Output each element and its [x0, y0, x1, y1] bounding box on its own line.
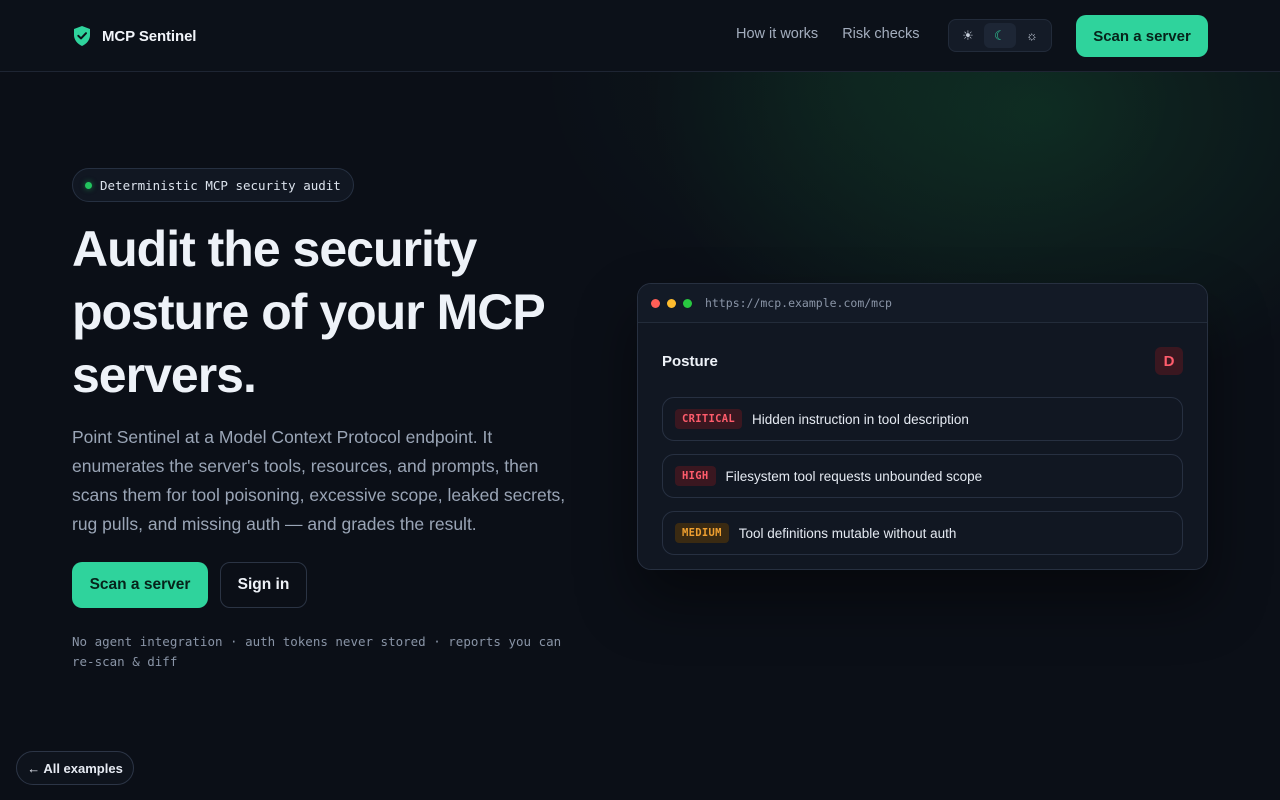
- finding-text: Filesystem tool requests unbounded scope: [725, 468, 983, 484]
- hero-title: Audit the security posture of your MCP s…: [72, 221, 545, 403]
- system-icon[interactable]: ☼: [1016, 23, 1048, 48]
- window-controls: [651, 298, 692, 308]
- hero-badge-text: Deterministic MCP security audit: [100, 177, 341, 193]
- scan-server-button[interactable]: Scan a server: [72, 562, 208, 608]
- finding-item: MEDIUM Tool definitions mutable without …: [662, 511, 1183, 555]
- window-maximize-dot-icon: [683, 298, 692, 308]
- posture-header: Posture D: [662, 323, 1183, 397]
- window-minimize-dot-icon: [667, 298, 676, 308]
- finding-text: Hidden instruction in tool description: [751, 411, 969, 427]
- posture-preview-card: https://mcp.example.com/mcp Posture D CR…: [637, 283, 1208, 570]
- brand[interactable]: MCP Sentinel: [72, 24, 196, 48]
- severity-badge: CRITICAL: [675, 409, 742, 429]
- endpoint-url: https://mcp.example.com/mcp: [705, 296, 892, 310]
- theme-toggle: ☀ ☾ ☼: [948, 19, 1052, 52]
- nav-link-how-it-works[interactable]: How it works: [736, 26, 818, 42]
- finding-item: HIGH Filesystem tool requests unbounded …: [662, 454, 1183, 498]
- all-examples-button[interactable]: ← All examples: [16, 751, 134, 785]
- nav-link-risk-checks[interactable]: Risk checks: [842, 26, 919, 42]
- posture-title: Posture: [662, 352, 718, 370]
- finding-item: CRITICAL Hidden instruction in tool desc…: [662, 397, 1183, 441]
- severity-badge: HIGH: [675, 466, 716, 486]
- sun-icon[interactable]: ☀: [952, 23, 984, 48]
- hero-subtitle: Point Sentinel at a Model Context Protoc…: [72, 427, 566, 534]
- grade-badge: D: [1155, 347, 1183, 375]
- hero-badge: Deterministic MCP security audit: [72, 168, 354, 202]
- severity-badge: MEDIUM: [675, 523, 729, 543]
- hero-footnote: No agent integration · auth tokens never…: [72, 634, 562, 669]
- findings-list: CRITICAL Hidden instruction in tool desc…: [662, 397, 1183, 555]
- sign-in-button[interactable]: Sign in: [220, 562, 307, 608]
- moon-icon[interactable]: ☾: [984, 23, 1016, 48]
- brand-name: MCP Sentinel: [102, 27, 197, 45]
- nav-scan-button[interactable]: Scan a server: [1076, 15, 1208, 57]
- shield-check-icon: [74, 26, 90, 46]
- card-window-bar: https://mcp.example.com/mcp: [638, 284, 1207, 323]
- top-nav: MCP Sentinel How it works Risk checks ☀ …: [0, 0, 1280, 72]
- nav-links: How it works Risk checks: [736, 26, 920, 42]
- window-close-dot-icon: [651, 298, 660, 308]
- finding-text: Tool definitions mutable without auth: [738, 525, 957, 541]
- card-body: Posture D CRITICAL Hidden instruction in…: [638, 323, 1207, 555]
- status-dot-icon: [85, 181, 92, 189]
